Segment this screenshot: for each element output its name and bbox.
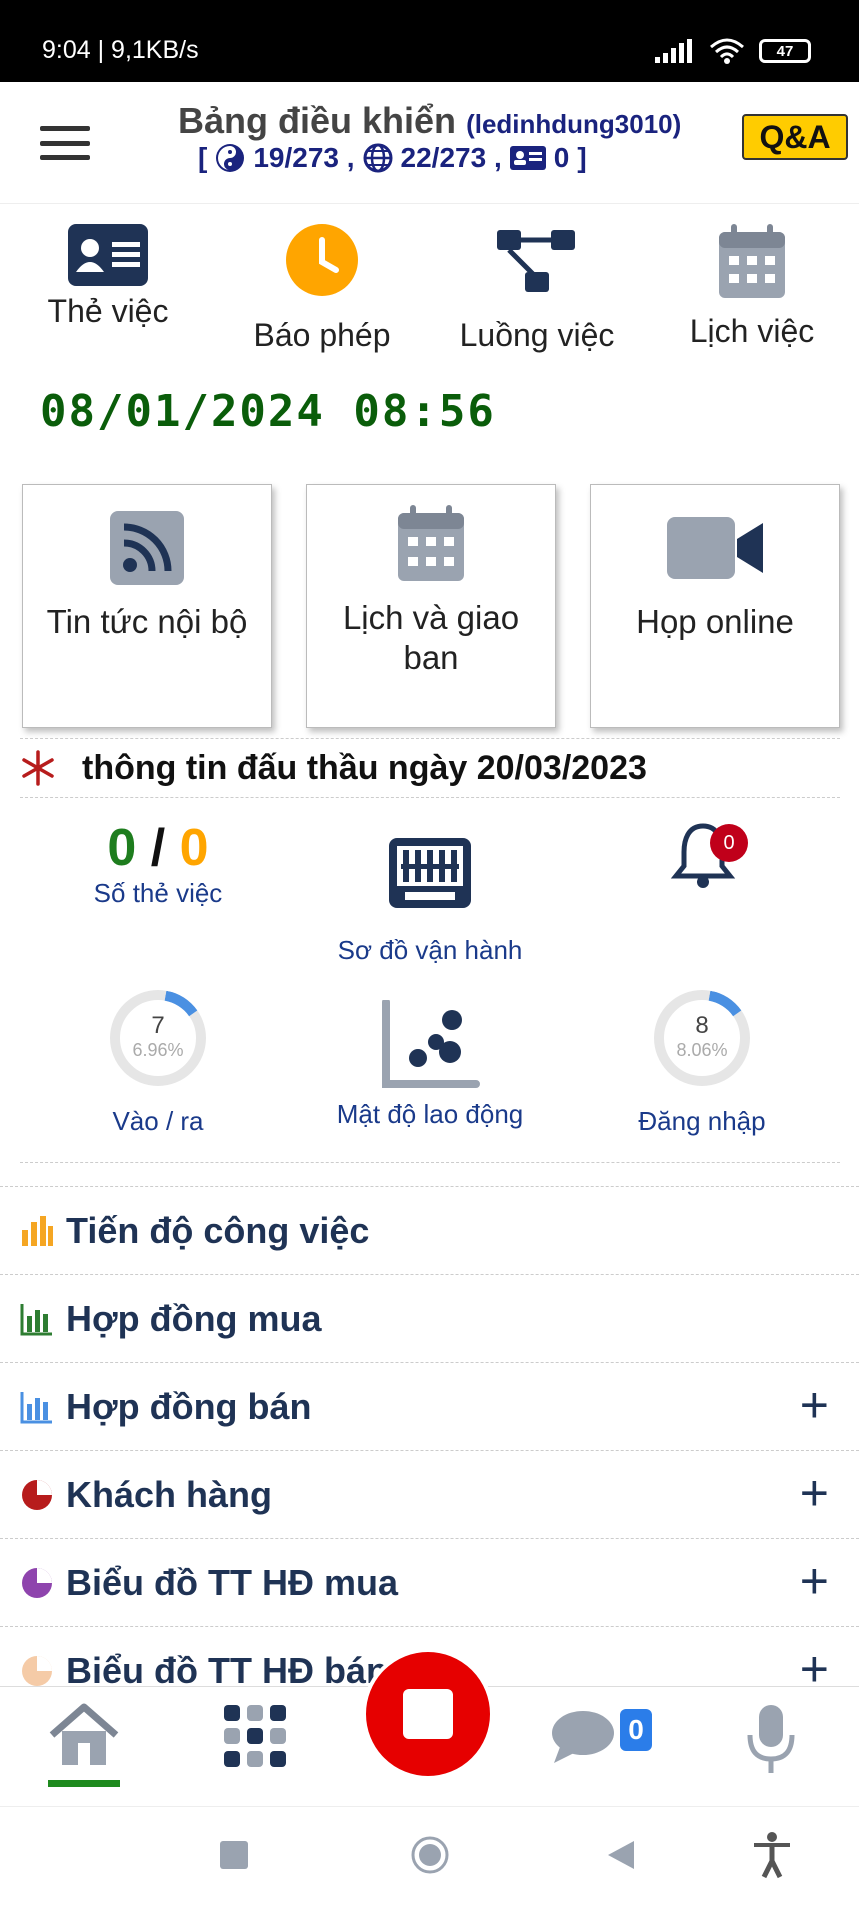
back-icon[interactable] bbox=[606, 1839, 636, 1871]
quick-lich-viec[interactable]: Lịch việc bbox=[652, 222, 852, 350]
workflow-icon bbox=[497, 230, 575, 292]
in-out-gauge: 7 6.96% bbox=[110, 990, 206, 1086]
system-nav-bar bbox=[0, 1806, 859, 1908]
current-datetime: 08/01/2024 08:56 bbox=[40, 386, 496, 437]
status-bar: 9:04 | 9,1KB/s 47 bbox=[0, 0, 859, 82]
pie-chart-icon bbox=[22, 1567, 52, 1598]
expand-icon[interactable]: + bbox=[800, 1380, 829, 1430]
snowflake-icon bbox=[22, 750, 54, 786]
page-title: Bảng điều khiển (ledinhdung3010) bbox=[178, 100, 682, 141]
signal-icon bbox=[655, 39, 692, 63]
login-stat[interactable]: 8 8.06% Đăng nhập bbox=[634, 990, 770, 1137]
id-card-icon bbox=[509, 146, 546, 170]
nav-home[interactable] bbox=[48, 1703, 120, 1787]
yin-yang-icon bbox=[216, 144, 245, 172]
list-item-hop-dong-ban[interactable]: Hợp đồng bán + bbox=[0, 1362, 859, 1450]
divider bbox=[20, 1162, 840, 1163]
expand-icon[interactable]: + bbox=[800, 1468, 829, 1518]
bar-chart-icon bbox=[20, 1303, 52, 1335]
list-item-hop-dong-mua[interactable]: Hợp đồng mua bbox=[0, 1274, 859, 1362]
list-item-bieu-do-mua[interactable]: Biểu đồ TT HĐ mua + bbox=[0, 1538, 859, 1626]
card-lich-giao-ban[interactable]: Lịch và giao ban bbox=[306, 484, 556, 728]
globe-icon bbox=[363, 143, 393, 173]
microphone-icon bbox=[747, 1705, 795, 1773]
battery-icon: 47 bbox=[759, 39, 811, 63]
grid-icon bbox=[224, 1705, 286, 1767]
nav-home-indicator bbox=[48, 1780, 120, 1787]
pie-chart-icon bbox=[22, 1655, 52, 1686]
scatter-chart-icon bbox=[382, 998, 480, 1088]
in-out-stat[interactable]: 7 6.96% Vào / ra bbox=[90, 990, 226, 1137]
app-header: Bảng điều khiển (ledinhdung3010) [ 19/27… bbox=[0, 82, 859, 204]
nav-voice[interactable] bbox=[746, 1703, 796, 1780]
quick-bao-phep[interactable]: Báo phép bbox=[222, 222, 422, 354]
video-camera-icon bbox=[667, 517, 763, 579]
stop-record-button[interactable] bbox=[362, 1648, 494, 1780]
nav-chat[interactable]: 0 bbox=[550, 1709, 660, 1770]
calendar-icon bbox=[719, 224, 785, 298]
menu-icon[interactable] bbox=[40, 126, 90, 160]
card-hop-online[interactable]: Họp online bbox=[590, 484, 840, 728]
qa-button[interactable]: Q&A bbox=[742, 114, 848, 160]
bar-chart-icon bbox=[20, 1391, 52, 1423]
id-card-icon bbox=[68, 224, 148, 286]
chat-badge: 0 bbox=[620, 1709, 652, 1751]
nav-apps[interactable] bbox=[224, 1705, 286, 1772]
quick-luong-viec[interactable]: Luồng việc bbox=[437, 222, 637, 354]
calendar-icon bbox=[398, 505, 464, 581]
header-stats: [ 19/273 , 22/273 , 0 ] bbox=[198, 142, 587, 173]
cards-counter[interactable]: 0 / 0 Số thẻ việc bbox=[60, 818, 256, 909]
keyboard-icon bbox=[389, 838, 471, 908]
stop-icon bbox=[403, 1689, 453, 1739]
chat-icon bbox=[552, 1711, 614, 1763]
tender-notice[interactable]: thông tin đấu thầu ngày 20/03/2023 bbox=[20, 738, 840, 798]
recents-icon[interactable] bbox=[220, 1841, 248, 1869]
list-item-khach-hang[interactable]: Khách hàng + bbox=[0, 1450, 859, 1538]
wifi-icon bbox=[710, 38, 744, 64]
quick-the-viec[interactable]: Thẻ việc bbox=[8, 222, 208, 330]
report-list: Tiến độ công việc Hợp đồng mua Hợp đồng … bbox=[0, 1186, 859, 1686]
clock-icon bbox=[286, 224, 358, 296]
login-gauge: 8 8.06% bbox=[654, 990, 750, 1086]
home-icon bbox=[49, 1703, 119, 1765]
notification-bell[interactable]: 0 bbox=[670, 820, 750, 900]
card-tin-tuc[interactable]: Tin tức nội bộ bbox=[22, 484, 272, 728]
expand-icon[interactable]: + bbox=[800, 1556, 829, 1606]
list-item-tien-do[interactable]: Tiến độ công việc bbox=[0, 1186, 859, 1274]
status-time: 9:04 | 9,1KB/s bbox=[42, 36, 199, 64]
expand-icon[interactable]: + bbox=[800, 1644, 829, 1686]
notification-badge: 0 bbox=[710, 824, 748, 862]
labor-density[interactable]: Mật độ lao động bbox=[310, 998, 550, 1130]
username: (ledinhdung3010) bbox=[466, 109, 682, 139]
operation-diagram[interactable]: Sơ đồ vận hành bbox=[310, 836, 550, 966]
rss-icon bbox=[110, 511, 184, 585]
bar-chart-icon bbox=[22, 1215, 53, 1246]
accessibility-icon[interactable] bbox=[752, 1831, 792, 1879]
pie-chart-icon bbox=[22, 1479, 52, 1510]
home-system-icon[interactable] bbox=[410, 1835, 450, 1875]
